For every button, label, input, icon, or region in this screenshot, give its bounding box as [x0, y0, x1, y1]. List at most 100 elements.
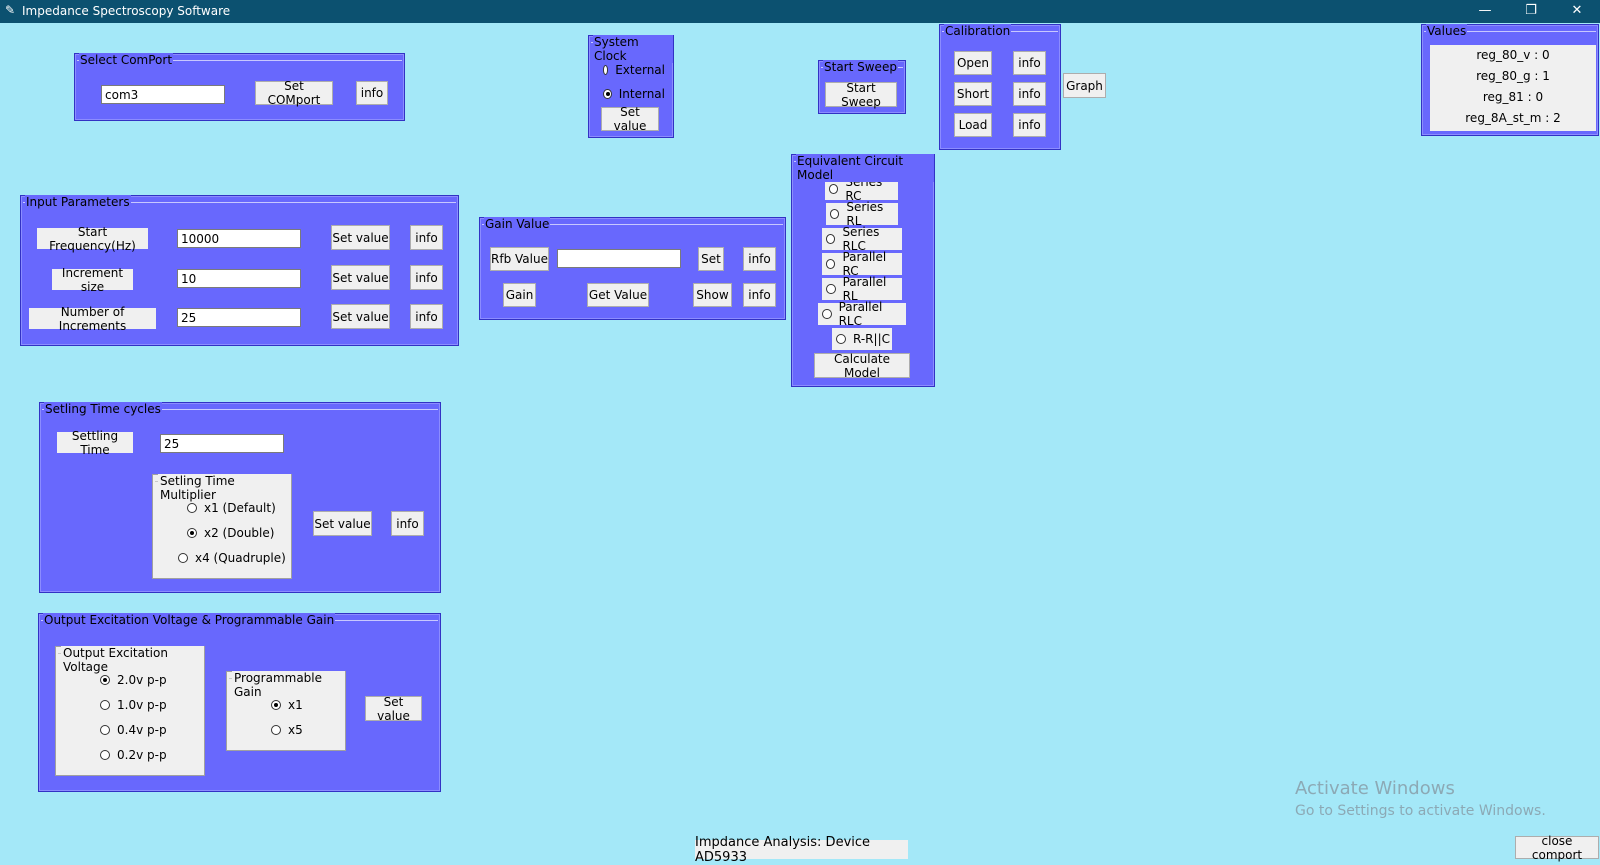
rfb-info-button[interactable]: info	[743, 247, 776, 271]
close-window-button[interactable]: ✕	[1554, 0, 1600, 23]
rfb-value-input[interactable]	[557, 249, 681, 268]
calibration-load-info-button[interactable]: info	[1013, 113, 1046, 137]
settling-time-label: Settling Time	[57, 429, 133, 457]
gain-info-button[interactable]: info	[743, 283, 776, 307]
comport-info-button[interactable]: info	[356, 81, 388, 105]
output-voltage-frame: Output Excitation Voltage 2.0v p-p 1.0v …	[55, 646, 205, 776]
gain-value-legend: Gain Value	[484, 217, 551, 231]
radio-selected-icon	[603, 89, 612, 99]
calibration-short-button[interactable]: Short	[954, 82, 992, 106]
comport-frame: Select ComPort Set COMport info	[74, 53, 405, 121]
minimize-button[interactable]: —	[1462, 0, 1508, 23]
multiplier-x4-radio[interactable]: x4 (Quadruple)	[174, 548, 286, 568]
radio-icon	[836, 334, 846, 344]
model-series-rlc-radio[interactable]: Series RLC	[822, 225, 902, 253]
values-frame: Values reg_80_v : 0 reg_80_g : 1 reg_81 …	[1421, 24, 1599, 136]
gain-value-frame: Gain Value Rfb Value Set info Gain Get V…	[479, 217, 786, 320]
model-r-r-c-radio[interactable]: R-R||C	[832, 328, 892, 350]
radio-icon	[830, 209, 840, 219]
multiplier-x2-radio[interactable]: x2 (Double)	[183, 523, 279, 543]
system-clock-legend: System Clock	[593, 35, 673, 63]
rfb-set-button[interactable]: Set	[698, 247, 724, 271]
settling-multiplier-frame: Setling Time Multiplier x1 (Default) x2 …	[152, 474, 292, 579]
output-set-value-button[interactable]: Set value	[365, 695, 422, 723]
input-parameters-legend: Input Parameters	[25, 195, 131, 209]
start-frequency-input[interactable]	[177, 229, 301, 248]
clock-internal-radio[interactable]: Internal	[599, 84, 665, 104]
set-comport-button[interactable]: Set COMport	[255, 79, 333, 107]
settling-time-legend: Setling Time cycles	[44, 402, 162, 416]
clock-external-radio[interactable]: External	[599, 60, 665, 80]
model-parallel-rl-radio[interactable]: Parallel RL	[822, 275, 902, 303]
voltage-1v-radio[interactable]: 1.0v p-p	[96, 695, 176, 715]
settling-time-input[interactable]	[160, 434, 284, 453]
radio-selected-icon	[100, 675, 110, 685]
settling-time-frame: Setling Time cycles Settling Time Setlin…	[39, 402, 441, 593]
increment-size-input[interactable]	[177, 269, 301, 288]
calibration-open-button[interactable]: Open	[954, 51, 992, 75]
feather-icon: ✎	[5, 3, 16, 17]
comport-input[interactable]	[101, 85, 225, 104]
model-series-rl-radio[interactable]: Series RL	[826, 200, 898, 228]
radio-icon	[826, 284, 836, 294]
start-frequency-info-button[interactable]: info	[410, 225, 443, 250]
activate-windows-hint: Go to Settings to activate Windows.	[1295, 803, 1546, 819]
title-bar: ✎ Impedance Spectroscopy Software — ❐ ✕	[0, 0, 1600, 23]
output-voltage-legend: Output Excitation Voltage	[61, 646, 204, 674]
settling-multiplier-legend: Setling Time Multiplier	[158, 474, 291, 502]
show-button[interactable]: Show	[693, 283, 732, 307]
calibration-short-info-button[interactable]: info	[1013, 82, 1046, 106]
calculate-model-button[interactable]: Calculate Model	[814, 352, 910, 380]
number-of-increments-input[interactable]	[177, 308, 301, 327]
values-row: reg_8A_st_m : 2	[1465, 111, 1561, 125]
radio-icon	[187, 503, 197, 513]
start-frequency-set-button[interactable]: Set value	[331, 225, 390, 250]
start-frequency-label: Start Frequency(Hz)	[37, 225, 148, 253]
increment-size-label: Increment size	[52, 266, 133, 294]
clock-set-value-button[interactable]: Set value	[601, 105, 659, 133]
model-parallel-rlc-radio[interactable]: Parallel RLC	[818, 300, 906, 328]
maximize-button[interactable]: ❐	[1508, 0, 1554, 23]
start-sweep-button[interactable]: Start Sweep	[825, 81, 897, 109]
close-comport-button[interactable]: close comport	[1515, 834, 1599, 862]
programmable-gain-frame: Programmable Gain x1 x5	[226, 671, 346, 751]
values-legend: Values	[1426, 24, 1468, 38]
pga-x5-radio[interactable]: x5	[267, 720, 317, 740]
rfb-value-button[interactable]: Rfb Value	[490, 247, 549, 271]
values-row: reg_81 : 0	[1482, 90, 1544, 104]
graph-button[interactable]: Graph	[1063, 73, 1106, 98]
status-label: Impdance Analysis: Device AD5933	[695, 835, 908, 865]
calibration-load-button[interactable]: Load	[954, 113, 992, 137]
circuit-model-frame: Equivalent Circuit Model Series RC Serie…	[791, 154, 935, 387]
radio-icon	[100, 725, 110, 735]
calibration-open-info-button[interactable]: info	[1013, 51, 1046, 75]
voltage-0-2v-radio[interactable]: 0.2v p-p	[96, 745, 176, 765]
radio-selected-icon	[187, 528, 197, 538]
window-title: Impedance Spectroscopy Software	[22, 4, 231, 18]
model-parallel-rc-radio[interactable]: Parallel RC	[822, 250, 902, 278]
circuit-model-legend: Equivalent Circuit Model	[796, 154, 934, 182]
get-value-button[interactable]: Get Value	[587, 283, 649, 307]
number-of-increments-info-button[interactable]: info	[410, 304, 443, 329]
radio-icon	[271, 725, 281, 735]
increment-size-info-button[interactable]: info	[410, 265, 443, 290]
programmable-gain-legend: Programmable Gain	[232, 671, 345, 699]
voltage-0-4v-radio[interactable]: 0.4v p-p	[96, 720, 176, 740]
input-parameters-frame: Input Parameters Start Frequency(Hz) Set…	[20, 195, 459, 346]
gain-button[interactable]: Gain	[503, 283, 536, 307]
output-excitation-frame: Output Excitation Voltage & Programmable…	[38, 613, 441, 792]
values-list: reg_80_v : 0 reg_80_g : 1 reg_81 : 0 reg…	[1430, 45, 1596, 131]
radio-icon	[822, 309, 832, 319]
settling-info-button[interactable]: info	[391, 511, 424, 536]
comport-legend: Select ComPort	[79, 53, 174, 67]
increment-size-set-button[interactable]: Set value	[331, 265, 390, 290]
activate-windows-watermark: Activate Windows	[1295, 778, 1455, 799]
calibration-frame: Calibration Open info Short info Load in…	[939, 24, 1061, 150]
radio-icon	[100, 700, 110, 710]
radio-icon	[826, 234, 836, 244]
number-of-increments-set-button[interactable]: Set value	[331, 304, 390, 329]
radio-icon	[603, 65, 609, 75]
radio-icon	[178, 553, 188, 563]
settling-set-value-button[interactable]: Set value	[313, 511, 372, 536]
start-sweep-frame: Start Sweep Start Sweep	[818, 60, 906, 114]
